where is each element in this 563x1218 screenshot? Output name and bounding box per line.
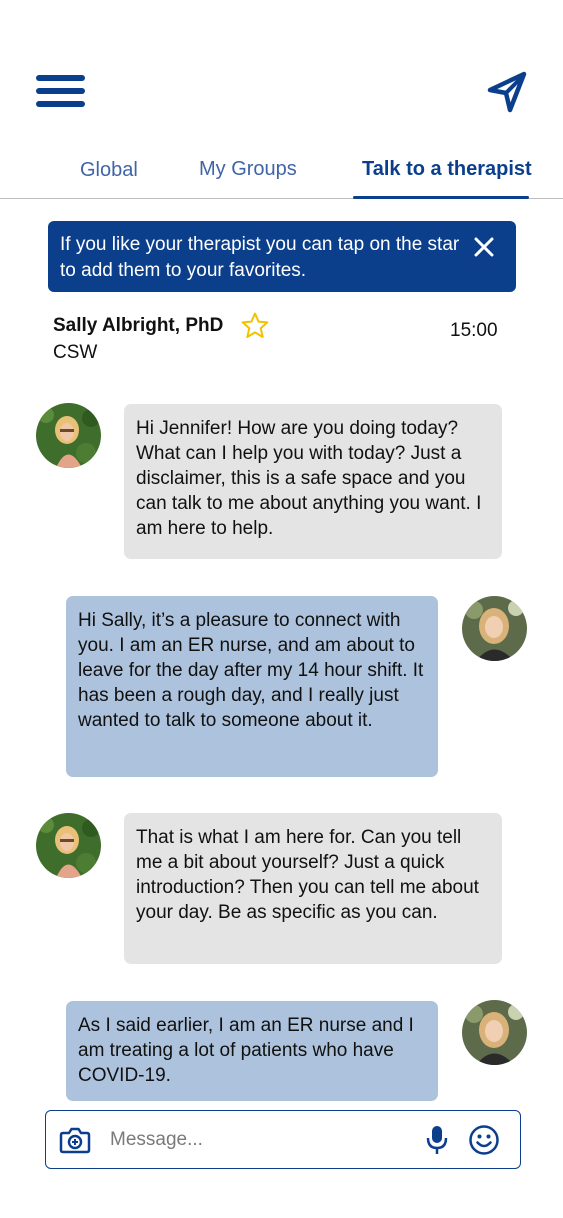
favorites-tip-banner: If you like your therapist you can tap o…	[48, 221, 516, 292]
therapist-name: Sally Albright, PhD	[53, 315, 224, 336]
active-tab-indicator	[353, 196, 529, 199]
outgoing-message-bubble: Hi Sally, it’s a pleasure to connect wit…	[66, 596, 438, 777]
paper-plane-icon[interactable]	[486, 70, 530, 114]
close-icon[interactable]	[472, 235, 496, 259]
tab-global[interactable]: Global	[80, 156, 138, 184]
message-input[interactable]	[110, 1125, 410, 1155]
tab-talk-to-a-therapist[interactable]: Talk to a therapist	[362, 155, 532, 183]
message-text: That is what I am here for. Can you tell…	[136, 827, 479, 923]
therapist-avatar	[36, 813, 101, 878]
tab-my-groups[interactable]: My Groups	[199, 155, 297, 183]
message-text: Hi Jennifer! How are you doing today? Wh…	[136, 418, 482, 539]
incoming-message-bubble: That is what I am here for. Can you tell…	[124, 813, 502, 964]
star-outline-icon[interactable]	[240, 311, 270, 341]
therapist-avatar	[36, 403, 101, 468]
message-composer	[45, 1110, 521, 1169]
user-avatar	[462, 596, 527, 661]
session-time: 15:00	[450, 320, 498, 341]
user-avatar	[462, 1000, 527, 1065]
message-text: Hi Sally, it’s a pleasure to connect wit…	[78, 610, 424, 731]
hamburger-menu-icon[interactable]	[36, 75, 85, 107]
smiley-icon[interactable]	[468, 1124, 500, 1156]
microphone-icon[interactable]	[425, 1124, 449, 1156]
outgoing-message-bubble: As I said earlier, I am an ER nurse and …	[66, 1001, 438, 1101]
message-text: As I said earlier, I am an ER nurse and …	[78, 1015, 414, 1086]
therapist-credential: CSW	[53, 342, 98, 363]
banner-text: If you like your therapist you can tap o…	[60, 234, 460, 281]
incoming-message-bubble: Hi Jennifer! How are you doing today? Wh…	[124, 404, 502, 559]
camera-icon[interactable]	[59, 1125, 91, 1155]
